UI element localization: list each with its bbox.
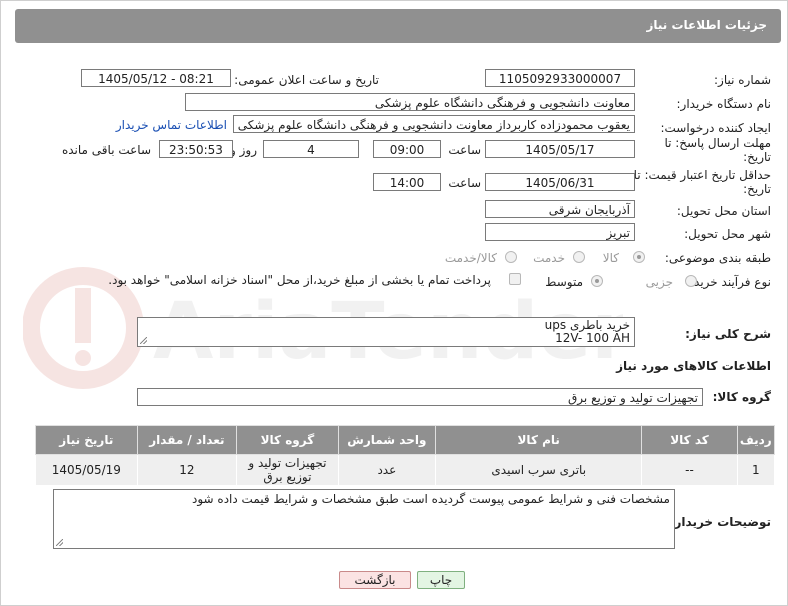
days-field: 4 xyxy=(263,140,359,158)
print-button[interactable]: چاپ xyxy=(417,571,465,589)
buyer-org-field: معاونت دانشجویی و فرهنگی دانشگاه علوم پز… xyxy=(185,93,635,111)
city-field: تبریز xyxy=(485,223,635,241)
cell-code: -- xyxy=(641,454,738,486)
col-date-header: تاریخ نیاز xyxy=(35,425,138,455)
cell-date: 1405/05/19 xyxy=(35,454,138,486)
resize-grip-icon[interactable] xyxy=(56,539,63,546)
description-field: خرید باطری ups 12V- 100 AH xyxy=(137,317,635,347)
buyer-contact-link[interactable]: اطلاعات تماس خریدار xyxy=(116,118,227,132)
cell-group: تجهیزات تولید و توزیع برق xyxy=(236,454,339,486)
price-validity-label: حداقل تاریخ اعتبار قیمت: تا تاریخ: xyxy=(633,168,771,196)
page-frame: AriaTender.neT جزئیات اطلاعات نیاز شماره… xyxy=(0,0,788,606)
goods-group-field: تجهیزات تولید و توزیع برق xyxy=(137,388,703,406)
buyer-org-label: نام دستگاه خریدار: xyxy=(676,97,772,111)
days-label: روز و xyxy=(230,143,257,157)
reply-deadline-label: مهلت ارسال پاسخ: تا تاریخ: xyxy=(664,136,771,164)
announce-label: تاریخ و ساعت اعلان عمومی: xyxy=(234,73,379,87)
buyer-notes-text: مشخصات فنی و شرایط عمومی پیوست گردیده اس… xyxy=(192,492,670,506)
cell-qty: 12 xyxy=(136,454,238,486)
reply-time-label: ساعت xyxy=(448,143,481,157)
creator-field: یعقوب محمودزاده کاربرداز معاونت دانشجویی… xyxy=(233,115,635,133)
need-number-field: 1105092933000007 xyxy=(485,69,635,87)
goods-table-header: ردیف کد کالا نام کالا واحد شمارش گروه کا… xyxy=(35,425,776,455)
process-option-minor: جزیی xyxy=(645,275,673,289)
category-radio-goods[interactable] xyxy=(633,251,645,263)
remaining-time-field: 23:50:53 xyxy=(159,140,233,158)
price-date-field: 1405/06/31 xyxy=(485,173,635,191)
process-label: نوع فرآیند خرید : xyxy=(686,275,771,289)
page-header: جزئیات اطلاعات نیاز xyxy=(15,9,781,43)
category-radio-service[interactable] xyxy=(573,251,585,263)
remaining-label: ساعت باقی مانده xyxy=(61,143,151,157)
cell-name: باتری سرب اسیدی xyxy=(434,454,643,486)
category-option-goods: کالا xyxy=(602,251,619,265)
process-radio-minor[interactable] xyxy=(685,275,697,287)
col-qty-header: تعداد / مقدار xyxy=(136,425,238,455)
category-option-service: خدمت xyxy=(533,251,565,265)
table-row: 1 -- باتری سرب اسیدی عدد تجهیزات تولید و… xyxy=(35,454,776,486)
col-row-header: ردیف xyxy=(736,425,776,455)
category-radio-goods-service[interactable] xyxy=(505,251,517,263)
col-code-header: کد کالا xyxy=(641,425,738,455)
creator-label: ایجاد کننده درخواست: xyxy=(660,121,771,135)
city-label: شهر محل تحویل: xyxy=(684,227,771,241)
goods-group-label: گروه کالا: xyxy=(712,390,771,404)
payment-checkbox[interactable] xyxy=(509,273,521,285)
description-label: شرح کلی نیاز: xyxy=(685,327,771,341)
category-label: طبقه بندی موضوعی: xyxy=(664,251,771,265)
category-option-goods-service: کالا/خدمت xyxy=(444,251,497,265)
goods-info-title: اطلاعات کالاهای مورد نیاز xyxy=(616,359,771,373)
cell-row: 1 xyxy=(736,454,776,486)
need-number-label: شماره نیاز: xyxy=(714,73,771,87)
description-line-2: 12V- 100 AH xyxy=(555,331,630,345)
col-unit-header: واحد شمارش xyxy=(337,425,437,455)
back-button[interactable]: بازگشت xyxy=(339,571,411,589)
goods-table: ردیف کد کالا نام کالا واحد شمارش گروه کا… xyxy=(35,425,776,486)
col-group-header: گروه کالا xyxy=(236,425,339,455)
payment-note: پرداخت تمام یا بخشی از مبلغ خرید،از محل … xyxy=(108,273,491,287)
reply-time-field: 09:00 xyxy=(373,140,441,158)
process-radio-medium[interactable] xyxy=(591,275,603,287)
announce-field: 1405/05/12 - 08:21 xyxy=(81,69,231,87)
reply-date-field: 1405/05/17 xyxy=(485,140,635,158)
cell-unit: عدد xyxy=(337,454,437,486)
buyer-notes-field: مشخصات فنی و شرایط عمومی پیوست گردیده اس… xyxy=(53,489,675,549)
price-time-label: ساعت xyxy=(448,176,481,190)
process-option-medium: متوسط xyxy=(545,275,583,289)
province-label: استان محل تحویل: xyxy=(676,204,771,218)
page-title: جزئیات اطلاعات نیاز xyxy=(646,18,767,32)
resize-grip-icon[interactable] xyxy=(140,337,147,344)
buyer-notes-label: توضیحات خریدار: xyxy=(669,515,771,529)
province-field: آذربایجان شرقی xyxy=(485,200,635,218)
col-name-header: نام کالا xyxy=(434,425,643,455)
price-time-field: 14:00 xyxy=(373,173,441,191)
